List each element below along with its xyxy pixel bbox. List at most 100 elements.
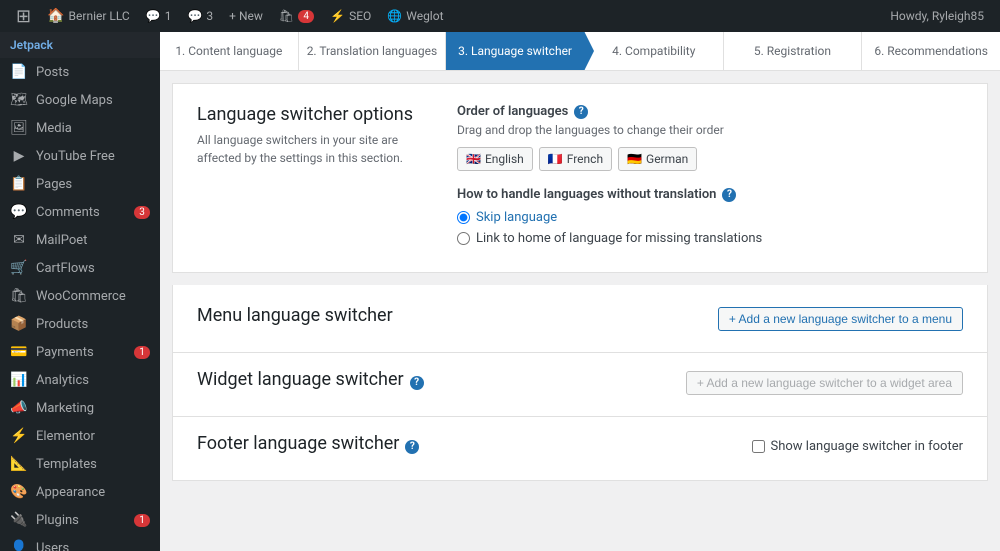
lang-french[interactable]: 🇫🇷 French bbox=[539, 147, 612, 171]
woocommerce-icon: 🛍 bbox=[10, 288, 28, 304]
jetpack-menu-header: Jetpack bbox=[0, 32, 160, 58]
payments-icon: 💳 bbox=[10, 344, 28, 360]
skip-language-radio[interactable] bbox=[457, 211, 470, 224]
sidebar-item-analytics[interactable]: 📊 Analytics bbox=[0, 366, 160, 394]
user-greeting[interactable]: Howdy, Ryleigh85 bbox=[882, 0, 992, 32]
section-description: All language switchers in your site are … bbox=[197, 131, 417, 167]
lang-english[interactable]: 🇬🇧 English bbox=[457, 147, 533, 171]
step-translation-languages[interactable]: 2. Translation languages bbox=[299, 32, 447, 70]
sidebar-item-label-plugins: Plugins bbox=[36, 513, 126, 528]
footer-switcher-section: Footer language switcher ? Show language… bbox=[172, 417, 988, 481]
order-info-icon[interactable]: ? bbox=[574, 105, 588, 119]
handle-info-icon[interactable]: ? bbox=[722, 188, 736, 202]
pages-icon: 📋 bbox=[10, 176, 28, 192]
sidebar-item-label-appearance: Appearance bbox=[36, 485, 150, 500]
sidebar-item-label-products: Products bbox=[36, 317, 150, 332]
add-menu-switcher-button[interactable]: + Add a new language switcher to a menu bbox=[718, 307, 963, 331]
sidebar-item-marketing[interactable]: 📣 Marketing bbox=[0, 394, 160, 422]
appearance-icon: 🎨 bbox=[10, 484, 28, 500]
add-widget-switcher-button: + Add a new language switcher to a widge… bbox=[686, 371, 963, 395]
woo-icon[interactable]: 🛍 4 bbox=[271, 0, 322, 32]
footer-info-icon[interactable]: ? bbox=[405, 440, 419, 454]
sidebar-item-google-maps[interactable]: 🗺 Google Maps bbox=[0, 86, 160, 114]
show-footer-label[interactable]: Show language switcher in footer bbox=[771, 439, 964, 454]
menu-switcher-section: Menu language switcher + Add a new langu… bbox=[172, 285, 988, 353]
sidebar-item-plugins[interactable]: 🔌 Plugins 1 bbox=[0, 506, 160, 534]
section-title: Language switcher options bbox=[197, 104, 417, 125]
comments-badge: 3 bbox=[134, 206, 150, 219]
sidebar-item-mailpoet[interactable]: ✉ MailPoet bbox=[0, 226, 160, 254]
weglot-item[interactable]: 🌐 Weglot bbox=[379, 0, 451, 32]
sidebar-item-label-pages: Pages bbox=[36, 177, 150, 192]
language-flags: 🇬🇧 English 🇫🇷 French 🇩🇪 German bbox=[457, 147, 963, 171]
sidebar-item-products[interactable]: 📦 Products bbox=[0, 310, 160, 338]
plugins-icon: 🔌 bbox=[10, 512, 28, 528]
google-maps-icon: 🗺 bbox=[10, 92, 28, 108]
widget-switcher-section: Widget language switcher ? + Add a new l… bbox=[172, 353, 988, 417]
media-icon: 🖼 bbox=[10, 120, 28, 136]
widget-info-icon[interactable]: ? bbox=[410, 376, 424, 390]
step-recommendations[interactable]: 6. Recommendations bbox=[862, 32, 1000, 70]
skip-language-label[interactable]: Skip language bbox=[476, 210, 557, 225]
show-footer-checkbox[interactable] bbox=[752, 440, 765, 453]
cartflows-icon: 🛒 bbox=[10, 260, 28, 276]
radio-skip-language: Skip language bbox=[457, 210, 963, 225]
sidebar-item-label-analytics: Analytics bbox=[36, 373, 150, 388]
step-registration[interactable]: 5. Registration bbox=[724, 32, 863, 70]
sidebar-item-youtube-free[interactable]: ▶ YouTube Free bbox=[0, 142, 160, 170]
posts-icon: 📄 bbox=[10, 64, 28, 80]
sidebar-item-label-templates: Templates bbox=[36, 457, 150, 472]
sidebar-item-label-youtube-free: YouTube Free bbox=[36, 149, 150, 164]
sidebar-item-woocommerce[interactable]: 🛍 WooCommerce bbox=[0, 282, 160, 310]
step-language-switcher[interactable]: 3. Language switcher bbox=[446, 32, 585, 70]
sidebar-item-comments[interactable]: 💬 Comments 3 bbox=[0, 198, 160, 226]
sidebar-item-label-elementor: Elementor bbox=[36, 429, 150, 444]
comments-icon: 💬 bbox=[10, 204, 28, 220]
footer-switcher-title: Footer language switcher bbox=[197, 433, 399, 454]
analytics-icon: 📊 bbox=[10, 372, 28, 388]
users-icon: 👤 bbox=[10, 540, 28, 551]
sidebar-item-cartflows[interactable]: 🛒 CartFlows bbox=[0, 254, 160, 282]
sidebar-item-payments[interactable]: 💳 Payments 1 bbox=[0, 338, 160, 366]
sidebar-item-label-posts: Posts bbox=[36, 65, 150, 80]
sidebar-item-label-marketing: Marketing bbox=[36, 401, 150, 416]
radio-link-home: Link to home of language for missing tra… bbox=[457, 231, 963, 246]
comments-count[interactable]: 💬 3 bbox=[179, 0, 221, 32]
payments-badge: 1 bbox=[134, 346, 150, 359]
seo-item[interactable]: ⚡ SEO bbox=[322, 0, 379, 32]
sidebar-item-templates[interactable]: 📐 Templates bbox=[0, 450, 160, 478]
sidebar-item-pages[interactable]: 📋 Pages bbox=[0, 170, 160, 198]
sidebar-item-users[interactable]: 👤 Users bbox=[0, 534, 160, 551]
menu-switcher-title: Menu language switcher bbox=[197, 305, 393, 326]
sidebar-item-label-comments: Comments bbox=[36, 205, 126, 220]
widget-switcher-title: Widget language switcher bbox=[197, 369, 404, 390]
mailpoet-icon: ✉ bbox=[10, 232, 28, 248]
sidebar-item-elementor[interactable]: ⚡ Elementor bbox=[0, 422, 160, 450]
marketing-icon: 📣 bbox=[10, 400, 28, 416]
sidebar-item-label-woocommerce: WooCommerce bbox=[36, 289, 150, 304]
sidebar-item-label-mailpoet: MailPoet bbox=[36, 233, 150, 248]
templates-icon: 📐 bbox=[10, 456, 28, 472]
sidebar-item-label-payments: Payments bbox=[36, 345, 126, 360]
sidebar-item-media[interactable]: 🖼 Media bbox=[0, 114, 160, 142]
link-home-label[interactable]: Link to home of language for missing tra… bbox=[476, 231, 762, 246]
sidebar-item-label-media: Media bbox=[36, 121, 150, 136]
new-content-button[interactable]: + New bbox=[221, 0, 271, 32]
order-languages-title: Order of languages ? bbox=[457, 104, 963, 119]
link-home-radio[interactable] bbox=[457, 232, 470, 245]
products-icon: 📦 bbox=[10, 316, 28, 332]
wizard-steps: 1. Content language 2. Translation langu… bbox=[160, 32, 1000, 71]
step-compatibility[interactable]: 4. Compatibility bbox=[585, 32, 724, 70]
sidebar-item-label-google-maps: Google Maps bbox=[36, 93, 150, 108]
handle-languages-title: How to handle languages without translat… bbox=[457, 187, 963, 202]
lang-german[interactable]: 🇩🇪 German bbox=[618, 147, 697, 171]
elementor-icon: ⚡ bbox=[10, 428, 28, 444]
wp-logo[interactable]: ⊞ bbox=[8, 0, 39, 32]
site-name[interactable]: 🏠 Bernier LLC bbox=[39, 0, 138, 32]
admin-comment-icon[interactable]: 💬 1 bbox=[138, 0, 180, 32]
sidebar-item-posts[interactable]: 📄 Posts bbox=[0, 58, 160, 86]
sidebar-item-label-users: Users bbox=[36, 541, 150, 551]
plugins-badge: 1 bbox=[134, 514, 150, 527]
sidebar-item-appearance[interactable]: 🎨 Appearance bbox=[0, 478, 160, 506]
step-content-language[interactable]: 1. Content language bbox=[160, 32, 299, 70]
